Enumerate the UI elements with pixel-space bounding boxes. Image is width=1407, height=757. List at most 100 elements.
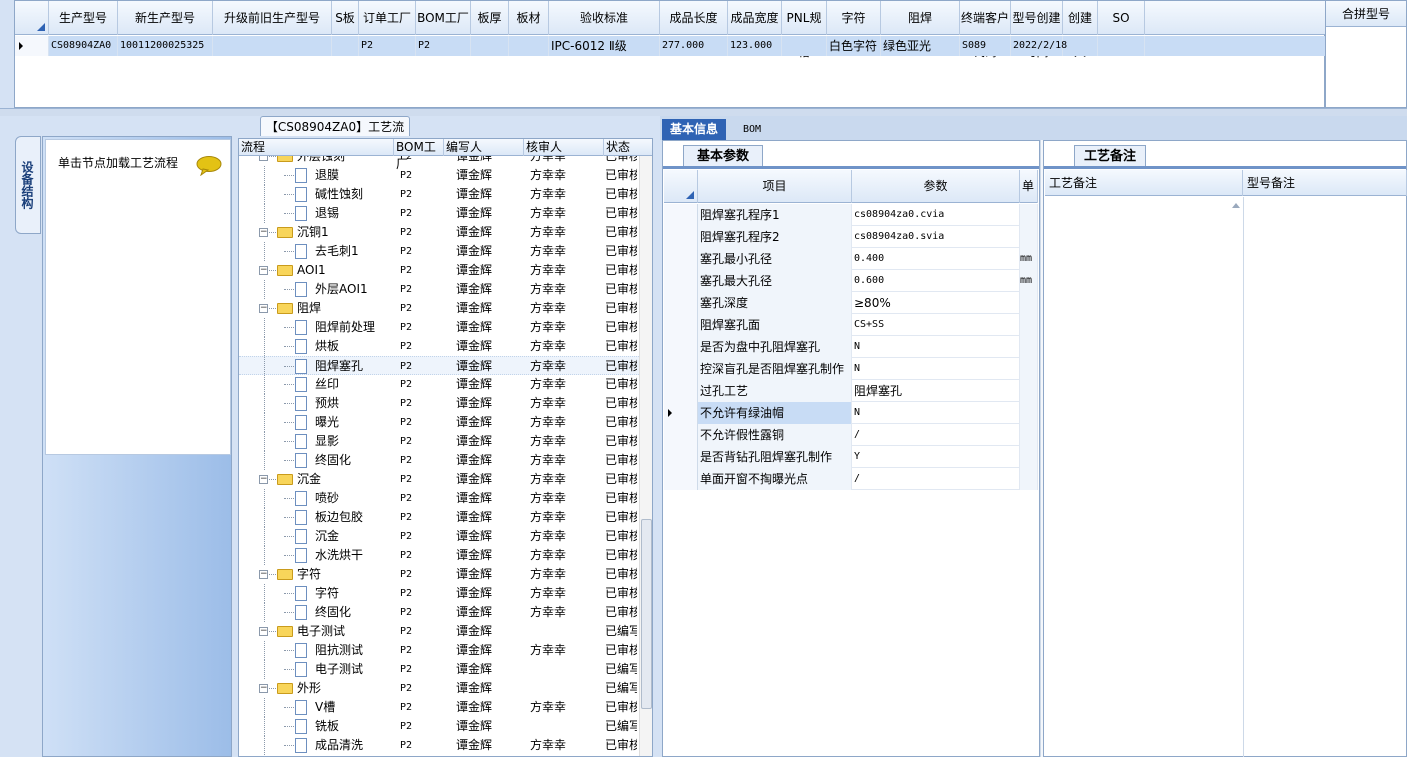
col-item-header[interactable]: 项目 xyxy=(698,170,852,203)
grid-cell[interactable] xyxy=(511,36,549,56)
collapse-toggle-icon[interactable]: − xyxy=(259,266,268,275)
grid-cell[interactable] xyxy=(215,36,332,56)
col-header[interactable]: BOM工厂 xyxy=(416,1,471,35)
tree-step-row[interactable]: 字符 P2 谭金辉 方幸幸 已审核 xyxy=(239,584,639,603)
col-header[interactable]: 订单工厂 xyxy=(359,1,416,35)
tree-step-row[interactable]: 电子测试 P2 谭金辉 已编写 xyxy=(239,660,639,679)
col-header[interactable]: SO xyxy=(1098,1,1145,35)
col-header[interactable]: 型号创建时间 xyxy=(1011,1,1063,59)
param-value[interactable]: N xyxy=(852,402,1020,424)
param-row[interactable]: 阻焊塞孔程序1 cs08904za0.cvia xyxy=(664,204,1038,226)
collapse-toggle-icon[interactable]: − xyxy=(259,570,268,579)
tree-col-header[interactable]: 状态 xyxy=(604,139,652,156)
param-item[interactable]: 控深盲孔是否阻焊塞孔制作 xyxy=(698,358,852,380)
param-value[interactable]: / xyxy=(852,424,1020,446)
param-value[interactable]: Y xyxy=(852,446,1020,468)
tree-step-row[interactable]: 外层AOI1 P2 谭金辉 方幸幸 已审核 xyxy=(239,280,639,299)
tree-group-row[interactable]: − 电子测试 P2 谭金辉 已编写 xyxy=(239,622,639,641)
grid-cell[interactable]: CS08904ZA0 xyxy=(51,36,118,56)
tree-scrollbar[interactable] xyxy=(639,139,652,756)
param-value[interactable]: ≥80% xyxy=(852,292,1020,314)
tree-step-row[interactable]: 水洗烘干 P2 谭金辉 方幸幸 已审核 xyxy=(239,546,639,565)
param-row[interactable]: 是否背钻孔阻焊塞孔制作 Y xyxy=(664,446,1038,468)
param-row[interactable]: 不允许假性露铜 / xyxy=(664,424,1038,446)
tree-col-header[interactable]: 核审人 xyxy=(524,139,604,156)
param-value[interactable]: cs08904za0.svia xyxy=(852,226,1020,248)
param-item[interactable]: 塞孔最小孔径 xyxy=(698,248,852,270)
param-row[interactable]: 不允许有绿油帽 N xyxy=(664,402,1038,424)
tab-bom[interactable]: BOM xyxy=(732,119,772,140)
col-header[interactable]: 板材 xyxy=(509,1,549,35)
tree-group-row[interactable]: − 字符 P2 谭金辉 方幸幸 已审核 xyxy=(239,565,639,584)
tree-step-row[interactable]: 预烘 P2 谭金辉 方幸幸 已审核 xyxy=(239,394,639,413)
tree-step-row[interactable]: V槽 P2 谭金辉 方幸幸 已审核 xyxy=(239,698,639,717)
col-header[interactable]: 成品长度 xyxy=(660,1,728,35)
col-process-remark[interactable]: 工艺备注 xyxy=(1045,170,1243,196)
col-header[interactable]: 阻焊 xyxy=(881,1,960,35)
tree-step-row[interactable]: 喷砂 P2 谭金辉 方幸幸 已审核 xyxy=(239,489,639,508)
param-item[interactable]: 阻焊塞孔程序2 xyxy=(698,226,852,248)
tree-step-row[interactable]: 成品清洗 P2 谭金辉 方幸幸 已审核 xyxy=(239,736,639,755)
grid-cell[interactable]: 绿色亚光 xyxy=(883,36,960,56)
collapse-toggle-icon[interactable]: − xyxy=(259,228,268,237)
tree-step-row[interactable]: 板边包胶 P2 谭金辉 方幸幸 已审核 xyxy=(239,508,639,527)
grid-cell[interactable]: IPC-6012 Ⅱ级 xyxy=(551,36,660,56)
grid-cell[interactable] xyxy=(334,36,359,56)
param-item[interactable]: 阻焊塞孔面 xyxy=(698,314,852,336)
tree-step-row[interactable]: 沉金 P2 谭金辉 方幸幸 已审核 xyxy=(239,527,639,546)
tree-step-row[interactable]: 碱性蚀刻 P2 谭金辉 方幸幸 已审核 xyxy=(239,185,639,204)
col-header[interactable]: 创建人 xyxy=(1063,1,1098,59)
col-header[interactable]: 生产型号 xyxy=(49,1,118,35)
tree-step-row[interactable]: 退膜P2谭金辉方幸幸已审核 xyxy=(239,166,639,185)
param-item[interactable]: 塞孔最大孔径 xyxy=(698,270,852,292)
collapse-toggle-icon[interactable]: − xyxy=(259,304,268,313)
grid-cell[interactable]: S089 xyxy=(962,36,1011,56)
param-row[interactable]: 阻焊塞孔面 CS+SS xyxy=(664,314,1038,336)
grid-cell[interactable]: P2 xyxy=(361,36,416,56)
tree-step-row[interactable]: 显影 P2 谭金辉 方幸幸 已审核 xyxy=(239,432,639,451)
param-row[interactable]: 塞孔深度 ≥80% xyxy=(664,292,1038,314)
param-item[interactable]: 不允许有绿油帽 xyxy=(698,402,852,424)
param-row[interactable]: 控深盲孔是否阻焊塞孔制作 N xyxy=(664,358,1038,380)
param-row[interactable]: 阻焊塞孔程序2 cs08904za0.svia xyxy=(664,226,1038,248)
tree-col-header[interactable]: BOM工厂 xyxy=(394,139,444,171)
param-item[interactable]: 塞孔深度 xyxy=(698,292,852,314)
tree-group-row[interactable]: − AOI1 P2 谭金辉 方幸幸 已审核 xyxy=(239,261,639,280)
col-header[interactable]: 新生产型号 xyxy=(118,1,213,35)
param-value[interactable]: N xyxy=(852,336,1020,358)
tree-step-row[interactable]: 去毛刺1 P2 谭金辉 方幸幸 已审核 xyxy=(239,242,639,261)
param-item[interactable]: 不允许假性露铜 xyxy=(698,424,852,446)
tree-group-row[interactable]: − 外形 P2 谭金辉 已编写 xyxy=(239,679,639,698)
tab-process-remarks[interactable]: 工艺备注 xyxy=(1074,145,1146,167)
tree-step-row[interactable]: 阻焊前处理 P2 谭金辉 方幸幸 已审核 xyxy=(239,318,639,337)
scroll-up-icon[interactable] xyxy=(1232,201,1240,209)
tree-step-row[interactable]: 阻抗测试 P2 谭金辉 方幸幸 已审核 xyxy=(239,641,639,660)
collapse-toggle-icon[interactable]: − xyxy=(259,475,268,484)
grid-cell[interactable]: 277.000 xyxy=(662,36,728,56)
col-unit-header[interactable]: 单位 xyxy=(1020,170,1038,203)
tree-group-row[interactable]: − 沉铜1 P2 谭金辉 方幸幸 已审核 xyxy=(239,223,639,242)
param-item[interactable]: 单面开窗不掏曝光点 xyxy=(698,468,852,490)
tab-basic-info[interactable]: 基本信息 xyxy=(662,119,726,140)
param-item[interactable]: 是否为盘中孔阻焊塞孔 xyxy=(698,336,852,358)
col-header[interactable]: 终端客户代码 xyxy=(960,1,1011,59)
tree-step-row[interactable]: 烘板 P2 谭金辉 方幸幸 已审核 xyxy=(239,337,639,356)
grid-cell[interactable]: 10011200025325 xyxy=(120,36,213,56)
param-value[interactable]: / xyxy=(852,468,1020,490)
param-row[interactable]: 塞孔最大孔径 0.600 mm xyxy=(664,270,1038,292)
param-value[interactable]: N xyxy=(852,358,1020,380)
tree-step-row[interactable]: 终固化 P2 谭金辉 方幸幸 已审核 xyxy=(239,603,639,622)
collapse-toggle-icon[interactable]: − xyxy=(259,627,268,636)
col-header[interactable]: PNL规格 xyxy=(782,1,827,59)
tree-col-header[interactable]: 流程 xyxy=(239,139,394,156)
tree-step-row[interactable]: 退锡 P2 谭金辉 方幸幸 已审核 xyxy=(239,204,639,223)
col-header[interactable]: 验收标准 xyxy=(549,1,660,35)
tab-basic-params[interactable]: 基本参数 xyxy=(683,145,763,167)
grid-cell[interactable] xyxy=(784,36,827,56)
param-row[interactable]: 单面开窗不掏曝光点 / xyxy=(664,468,1038,490)
tree-col-header[interactable]: 编写人 xyxy=(444,139,524,156)
collapse-toggle-icon[interactable]: − xyxy=(259,684,268,693)
param-value[interactable]: cs08904za0.cvia xyxy=(852,204,1020,226)
grid-cell[interactable]: 2022/2/18 xyxy=(1013,36,1067,56)
grid-cell[interactable] xyxy=(473,36,509,56)
